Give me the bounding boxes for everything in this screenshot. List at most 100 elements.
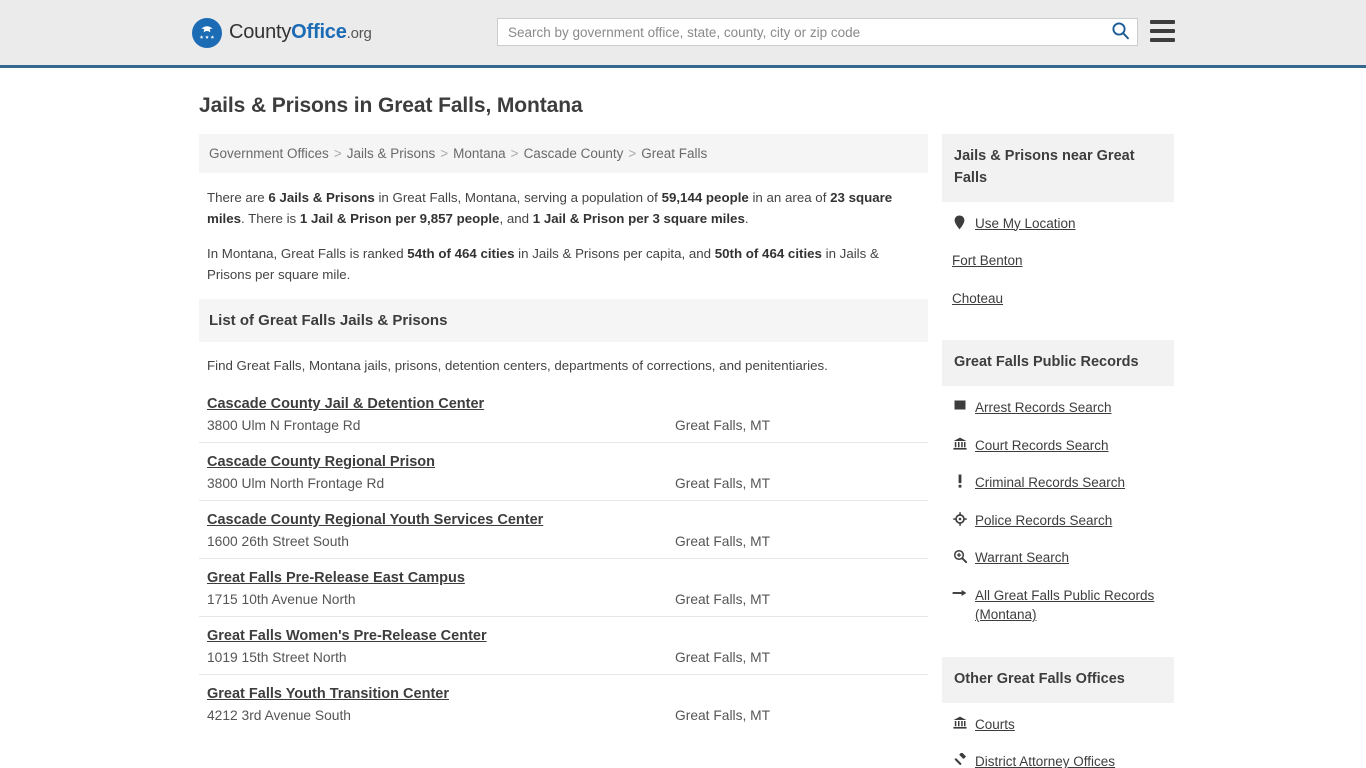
sidebar-link-label[interactable]: Courts [975,715,1015,735]
content-columns: Government Offices > Jails & Prisons > Monta… [199,134,1174,768]
listing-address: 4212 3rd Avenue South [207,708,351,723]
exclamation-icon [952,474,967,488]
page-title: Jails & Prisons in Great Falls, Montana [199,94,583,117]
sidebar-item-court-records-search[interactable]: Court Records Search [952,436,1164,456]
table-row[interactable]: Cascade County Regional Prison 3800 Ulm … [199,442,928,500]
listing-details: 1600 26th Street South Great Falls, MT [207,534,920,549]
page-container: Jails & Prisons in Great Falls, Montana … [0,94,1366,768]
listing-address: 1019 15th Street North [207,650,347,665]
intro-paragraph-stats: There are 6 Jails & Prisons in Great Fal… [207,187,920,229]
sidebar-item-courts[interactable]: Courts [952,715,1164,735]
panel-public-records: Great Falls Public Records Arrest Record… [942,340,1174,639]
logo-text-office: Office [291,21,347,43]
breadcrumb-separator: > [440,146,449,161]
map-pin-icon [952,215,967,230]
listing-address: 3800 Ulm North Frontage Rd [207,476,385,491]
table-row[interactable]: Great Falls Pre-Release East Campus 1715… [199,558,928,616]
listing-details: 1715 10th Avenue North Great Falls, MT [207,592,920,607]
sidebar-item-district-attorney-offices[interactable]: District Attorney Offices [952,752,1164,768]
listing-name-link[interactable]: Great Falls Youth Transition Center [207,686,449,702]
sidebar-link-label[interactable]: All Great Falls Public Records (Montana) [975,586,1164,625]
sidebar-link-label[interactable]: Arrest Records Search [975,398,1112,418]
sidebar-item-criminal-records-search[interactable]: Criminal Records Search [952,473,1164,493]
gavel-icon [952,753,967,767]
search-bar[interactable] [497,18,1138,46]
table-row[interactable]: Cascade County Regional Youth Services C… [199,500,928,558]
logo-text-org: .org [346,25,372,42]
stat-count: 6 Jails & Prisons [268,190,375,205]
breadcrumb-item-government-offices[interactable]: Government Offices [209,146,329,161]
stat-per-area: 1 Jail & Prison per 3 square miles [532,211,745,226]
site-header: CountyOffice.org [0,0,1366,68]
sidebar-link-label[interactable]: District Attorney Offices [975,752,1115,768]
listing-details: 3800 Ulm North Frontage Rd Great Falls, … [207,476,920,491]
magnifier-plus-icon [952,549,967,564]
listings-table: Cascade County Jail & Detention Center 3… [199,385,928,732]
listing-city-state: Great Falls, MT [675,534,771,549]
intro-text: In Montana, Great Falls is ranked [207,246,408,261]
breadcrumb: Government Offices > Jails & Prisons > Monta… [199,134,928,173]
breadcrumb-separator: > [510,146,519,161]
search-button[interactable] [1103,19,1137,45]
sidebar-link-label[interactable]: Fort Benton [952,251,1023,271]
intro-text: There are [207,190,269,205]
intro-paragraph-ranking: In Montana, Great Falls is ranked 54th o… [207,243,920,285]
hamburger-menu-icon[interactable] [1150,20,1175,42]
hamburger-bar [1150,38,1175,42]
search-input[interactable] [498,19,1103,45]
sidebar-item-police-records-search[interactable]: Police Records Search [952,511,1164,531]
listing-details: 1019 15th Street North Great Falls, MT [207,650,920,665]
listing-details: 3800 Ulm N Frontage Rd Great Falls, MT [207,418,920,433]
listing-address: 1715 10th Avenue North [207,592,356,607]
listing-city-state: Great Falls, MT [675,418,771,433]
site-logo[interactable]: CountyOffice.org [192,17,372,48]
panel-body: Courts District Attorney Offices [942,703,1174,768]
list-section-header: List of Great Falls Jails & Prisons [199,299,928,342]
panel-nearby-jails-prisons: Jails & Prisons near Great Falls Use My … [942,134,1174,322]
sidebar-item-fort-benton[interactable]: Fort Benton [952,251,1164,271]
sidebar-item-choteau[interactable]: Choteau [952,289,1164,309]
sidebar-item-all-public-records[interactable]: All Great Falls Public Records (Montana) [952,586,1164,625]
table-row[interactable]: Cascade County Jail & Detention Center 3… [199,385,928,442]
sidebar-link-label[interactable]: Warrant Search [975,548,1069,568]
intro-text: . [744,211,749,226]
intro-text: in Jails & Prisons per capita, and [514,246,715,261]
table-row[interactable]: Great Falls Women's Pre-Release Center 1… [199,616,928,674]
listing-name-link[interactable]: Cascade County Regional Youth Services C… [207,512,543,528]
square-icon [952,399,967,411]
sidebar-link-label[interactable]: Choteau [952,289,1003,309]
rank-per-square-mile: 50th of 464 cities [714,246,822,261]
table-row[interactable]: Great Falls Youth Transition Center 4212… [199,674,928,732]
listing-name-link[interactable]: Great Falls Women's Pre-Release Center [207,628,487,644]
stat-population: 59,144 people [661,190,749,205]
breadcrumb-item-montana[interactable]: Montana [453,146,506,161]
sidebar-link-label[interactable]: Court Records Search [975,436,1109,456]
breadcrumb-item-jails-prisons[interactable]: Jails & Prisons [347,146,436,161]
breadcrumb-item-cascade-county[interactable]: Cascade County [524,146,624,161]
sidebar-item-use-my-location[interactable]: Use My Location [952,214,1164,234]
sidebar-item-warrant-search[interactable]: Warrant Search [952,548,1164,568]
list-section-description: Find Great Falls, Montana jails, prisons… [207,358,828,373]
logo-wordmark: CountyOffice.org [229,21,372,44]
stat-per-people: 1 Jail & Prison per 9,857 people [299,211,500,226]
rank-per-capita: 54th of 464 cities [407,246,515,261]
sidebar-link-label[interactable]: Police Records Search [975,511,1112,531]
intro-section: There are 6 Jails & Prisons in Great Fal… [199,173,928,285]
panel-other-offices: Other Great Falls Offices Courts Distric… [942,656,1174,768]
panel-body: Use My Location Fort Benton Choteau [942,202,1174,323]
hamburger-bar [1150,20,1175,24]
sidebar-item-arrest-records-search[interactable]: Arrest Records Search [952,398,1164,418]
sidebar-link-label[interactable]: Criminal Records Search [975,473,1125,493]
eagle-emblem-icon [192,17,222,48]
listing-address: 3800 Ulm N Frontage Rd [207,418,361,433]
listing-name-link[interactable]: Great Falls Pre-Release East Campus [207,570,465,586]
search-icon [1111,21,1130,43]
listing-city-state: Great Falls, MT [675,650,771,665]
sidebar-link-label[interactable]: Use My Location [975,214,1076,234]
breadcrumb-item-great-falls[interactable]: Great Falls [641,146,707,161]
listing-name-link[interactable]: Cascade County Regional Prison [207,454,435,470]
listing-name-link[interactable]: Cascade County Jail & Detention Center [207,396,484,412]
listing-city-state: Great Falls, MT [675,708,771,723]
panel-header: Great Falls Public Records [942,340,1174,386]
listing-city-state: Great Falls, MT [675,476,771,491]
